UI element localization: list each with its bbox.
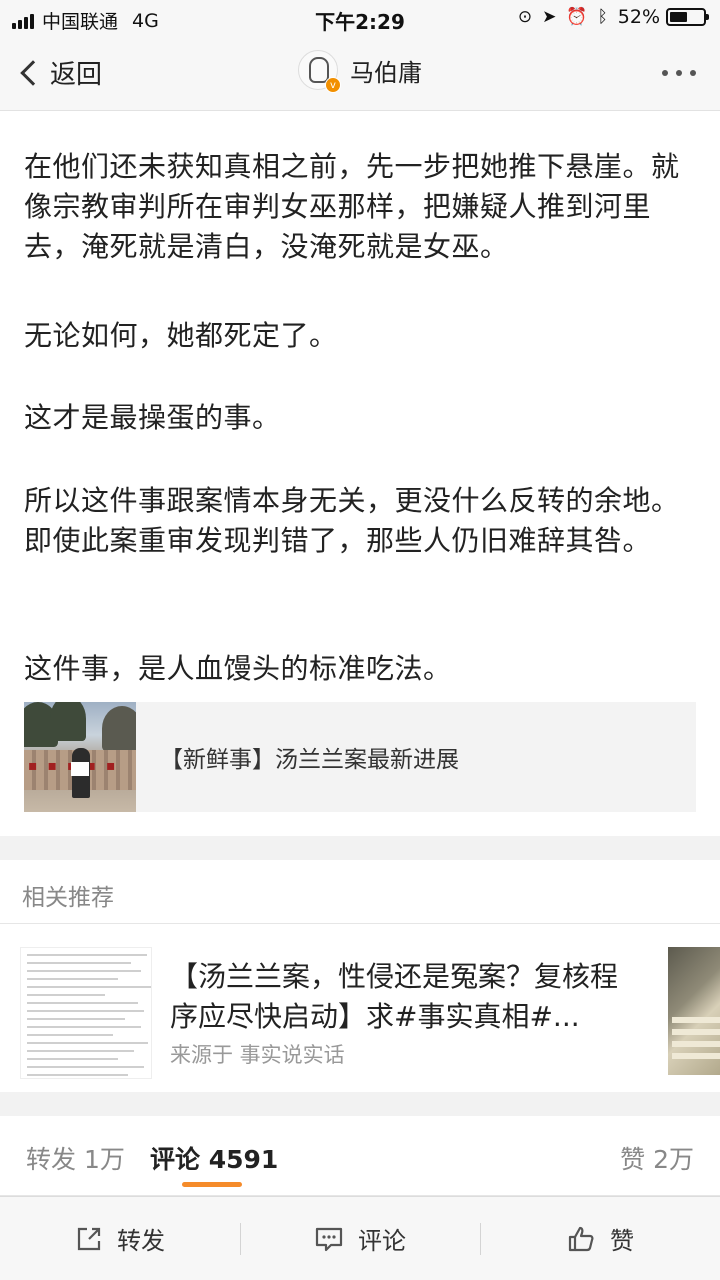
dot-icon bbox=[662, 70, 668, 76]
document-text-line bbox=[27, 1018, 125, 1020]
article-paragraph: 所以这件事跟案情本身无关，更没什么反转的余地。即使此案重审发现判错了，那些人仍旧… bbox=[24, 484, 680, 557]
dot-icon bbox=[690, 70, 696, 76]
comment-button[interactable]: 评论 bbox=[240, 1197, 480, 1280]
link-card-title: 【新鲜事】汤兰兰案最新进展 bbox=[160, 747, 459, 773]
related-item-source: 来源于 事实说实话 bbox=[170, 1043, 345, 1067]
tab-likes[interactable]: 赞 2万 bbox=[620, 1140, 694, 1176]
tab-comments-label: 评论 bbox=[150, 1145, 201, 1174]
article-paragraph: 这才是最操蛋的事。 bbox=[24, 401, 281, 434]
related-item-title: 【汤兰兰案，性侵还是冤案？复核程序应尽快启动】求#事实真相#... bbox=[170, 960, 619, 1033]
repost-button[interactable]: 转发 bbox=[0, 1197, 240, 1280]
repost-icon bbox=[77, 1227, 101, 1250]
document-text-line bbox=[27, 978, 118, 980]
location-icon: ➤ bbox=[542, 7, 557, 27]
document-text-line bbox=[27, 1042, 148, 1044]
document-text-line bbox=[27, 1074, 129, 1076]
section-divider bbox=[0, 1092, 720, 1116]
document-text-line bbox=[27, 1002, 138, 1004]
bluetooth-icon: ᛒ bbox=[597, 7, 608, 27]
nav-title: 马伯庸 bbox=[350, 58, 422, 87]
more-options-button[interactable] bbox=[654, 70, 696, 76]
battery-fill bbox=[670, 12, 687, 22]
repost-label: 转发 bbox=[117, 1227, 165, 1255]
alarm-icon: ⏰ bbox=[566, 7, 588, 27]
like-label: 赞 bbox=[610, 1227, 634, 1255]
article-paragraph: 无论如何，她都死定了。 bbox=[24, 319, 338, 352]
orientation-lock-icon: ⊙ bbox=[517, 7, 533, 27]
document-text-line bbox=[27, 1010, 144, 1012]
active-tab-indicator bbox=[182, 1182, 242, 1187]
related-side-thumbnail[interactable] bbox=[668, 947, 720, 1075]
document-thumbnail bbox=[20, 947, 152, 1079]
related-item[interactable]: 【汤兰兰案，性侵还是冤案？复核程序应尽快启动】求#事实真相#... 来源于 事实… bbox=[0, 925, 720, 1091]
tab-comments-count: 4591 bbox=[208, 1145, 279, 1174]
document-text-line bbox=[27, 954, 147, 956]
document-text-line bbox=[27, 1058, 118, 1060]
document-text-line bbox=[27, 986, 151, 988]
link-card[interactable]: ▪▪▪▪▪ 【新鲜事】汤兰兰案最新进展 bbox=[24, 702, 696, 812]
tab-comments[interactable]: 评论 4591 bbox=[150, 1140, 278, 1176]
nav-user[interactable]: v 马伯庸 bbox=[0, 50, 720, 93]
status-bar: 中国联通 4G 下午2:29 ⊙ ➤ ⏰ ᛒ 52% bbox=[0, 0, 720, 36]
section-divider bbox=[0, 836, 720, 860]
document-text-line bbox=[27, 1066, 144, 1068]
battery-percent: 52% bbox=[617, 6, 660, 28]
document-text-line bbox=[27, 994, 105, 996]
tab-reposts[interactable]: 转发 1万 bbox=[26, 1140, 125, 1176]
status-right: ⊙ ➤ ⏰ ᛒ 52% bbox=[508, 6, 709, 28]
link-card-thumbnail: ▪▪▪▪▪ bbox=[24, 702, 136, 812]
article-paragraph: 在他们还未获知真相之前，先一步把她推下悬崖。就像宗教审判所在审判女巫那样，把嫌疑… bbox=[24, 150, 680, 263]
dot-icon bbox=[676, 70, 682, 76]
thumbs-up-icon bbox=[568, 1226, 594, 1251]
article-paragraph: 这件事，是人血馒头的标准吃法。 bbox=[24, 652, 452, 685]
like-button[interactable]: 赞 bbox=[480, 1197, 720, 1280]
related-header-label: 相关推荐 bbox=[22, 885, 114, 911]
stats-bar: 转发 1万 评论 4591 赞 2万 bbox=[0, 1116, 720, 1196]
document-text-line bbox=[27, 1034, 113, 1036]
comment-icon bbox=[315, 1227, 343, 1251]
document-text-line bbox=[27, 962, 131, 964]
nav-bar: 返回 v 马伯庸 bbox=[0, 36, 720, 111]
document-text-line bbox=[27, 1026, 142, 1028]
document-text-line bbox=[27, 1050, 134, 1052]
battery-icon bbox=[666, 8, 709, 26]
bottom-toolbar: 转发 评论 赞 bbox=[0, 1196, 720, 1280]
verified-badge: v bbox=[325, 77, 341, 93]
related-header: 相关推荐 bbox=[0, 860, 720, 924]
avatar[interactable]: v bbox=[298, 50, 341, 93]
comment-label: 评论 bbox=[358, 1227, 406, 1255]
document-text-line bbox=[27, 970, 142, 972]
